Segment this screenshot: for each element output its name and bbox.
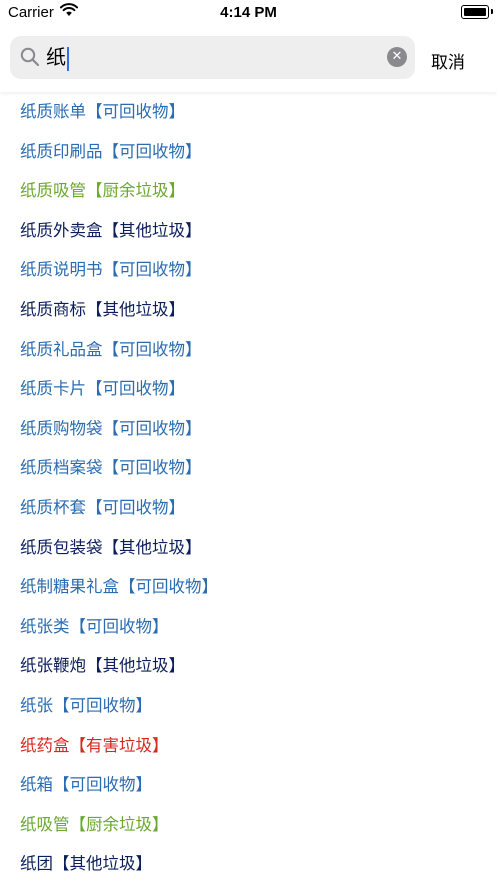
clock: 4:14 PM bbox=[220, 4, 277, 21]
result-item[interactable]: 纸箱【可回收物】 bbox=[0, 765, 497, 805]
battery-icon bbox=[461, 5, 489, 19]
result-item[interactable]: 纸质档案袋【可回收物】 bbox=[0, 448, 497, 488]
result-item[interactable]: 纸质账单【可回收物】 bbox=[0, 92, 497, 132]
cancel-button[interactable]: 取消 bbox=[431, 48, 465, 73]
result-item[interactable]: 纸质说明书【可回收物】 bbox=[0, 250, 497, 290]
search-field-container[interactable]: 纸 ✕ bbox=[10, 36, 415, 79]
result-item[interactable]: 纸张【可回收物】 bbox=[0, 686, 497, 726]
search-input[interactable]: 纸 bbox=[46, 44, 69, 71]
result-item[interactable]: 纸药盒【有害垃圾】 bbox=[0, 726, 497, 766]
result-item[interactable]: 纸质杯套【可回收物】 bbox=[0, 488, 497, 528]
battery-cap bbox=[491, 9, 493, 14]
status-bar: Carrier 4:14 PM bbox=[0, 0, 497, 26]
results-list: 纸质账单【可回收物】 纸质印刷品【可回收物】 纸质吸管【厨余垃圾】 纸质外卖盒【其他垃… bbox=[0, 92, 497, 884]
search-icon bbox=[20, 47, 40, 71]
result-item[interactable]: 纸质礼品盒【可回收物】 bbox=[0, 330, 497, 370]
result-item[interactable]: 纸质卡片【可回收物】 bbox=[0, 369, 497, 409]
clear-icon[interactable]: ✕ bbox=[387, 47, 407, 67]
result-item[interactable]: 纸质外卖盒【其他垃圾】 bbox=[0, 211, 497, 251]
result-item[interactable]: 纸团【其他垃圾】 bbox=[0, 844, 497, 884]
result-item[interactable]: 纸吸管【厨余垃圾】 bbox=[0, 805, 497, 845]
result-item[interactable]: 纸质印刷品【可回收物】 bbox=[0, 132, 497, 172]
search-query: 纸 bbox=[46, 45, 66, 69]
result-item[interactable]: 纸制糖果礼盒【可回收物】 bbox=[0, 567, 497, 607]
result-item[interactable]: 纸质包装袋【其他垃圾】 bbox=[0, 528, 497, 568]
search-bar: 纸 ✕ 取消 bbox=[0, 26, 497, 92]
result-item[interactable]: 纸质吸管【厨余垃圾】 bbox=[0, 171, 497, 211]
result-item[interactable]: 纸质商标【其他垃圾】 bbox=[0, 290, 497, 330]
result-item[interactable]: 纸张鞭炮【其他垃圾】 bbox=[0, 646, 497, 686]
text-caret bbox=[67, 46, 69, 71]
result-item[interactable]: 纸张类【可回收物】 bbox=[0, 607, 497, 647]
result-item[interactable]: 纸质购物袋【可回收物】 bbox=[0, 409, 497, 449]
